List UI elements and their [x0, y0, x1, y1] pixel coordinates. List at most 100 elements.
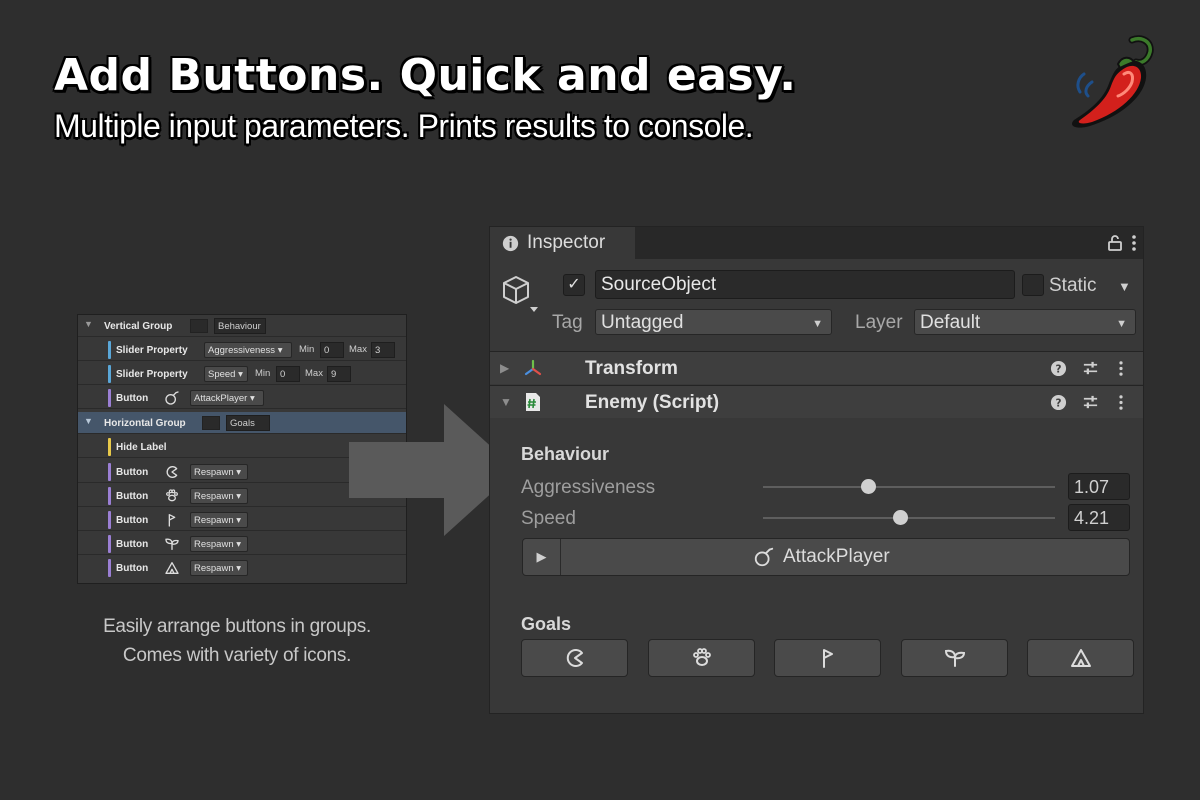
pacman-icon — [566, 649, 583, 667]
dropdown-value: Respawn — [194, 467, 234, 478]
list-item-vertical-group[interactable]: ▼ Vertical Group Behaviour — [78, 315, 406, 337]
method-dropdown[interactable]: Respawn ▾ — [190, 560, 248, 576]
max-field[interactable]: 3 — [371, 342, 395, 358]
list-item-button[interactable]: Button Respawn ▾ — [78, 533, 406, 555]
expand-triangle-icon[interactable]: ▶ — [500, 361, 509, 375]
play-icon[interactable]: ▶ — [523, 539, 561, 575]
list-item-slider-property[interactable]: Slider Property Speed ▾ Min 0 Max 9 — [78, 363, 406, 385]
preset-sliders-icon[interactable] — [1082, 394, 1099, 411]
chevron-down-icon: ▼ — [1116, 318, 1127, 330]
slider-track-aggressiveness[interactable] — [763, 486, 1055, 488]
caption-line-2: Comes with variety of icons. — [122, 645, 352, 666]
transform-axes-icon — [524, 359, 542, 376]
row-color-bar — [108, 365, 111, 383]
min-field[interactable]: 0 — [276, 366, 300, 382]
slider-value-speed[interactable]: 4.21 — [1068, 504, 1130, 531]
goal-button-sprout[interactable] — [901, 639, 1008, 677]
tent-icon — [165, 562, 179, 574]
sprout-icon — [944, 649, 965, 667]
dropdown-value: Respawn — [194, 539, 234, 550]
component-header-enemy-script[interactable]: ▼ Enemy (Script) ? — [490, 385, 1143, 418]
row-label: Hide Label — [116, 442, 167, 453]
paw-icon — [692, 648, 711, 666]
script-icon — [526, 393, 540, 411]
list-item-button[interactable]: Button Respawn ▾ — [78, 557, 406, 579]
static-dropdown-icon[interactable]: ▼ — [1118, 279, 1131, 294]
preset-sliders-icon[interactable] — [1082, 360, 1099, 377]
method-dropdown[interactable]: AttackPlayer ▾ — [190, 390, 264, 406]
slider-track-speed[interactable] — [763, 517, 1055, 519]
tag-value: Untagged — [601, 312, 684, 333]
tab-inspector[interactable]: Inspector — [490, 227, 635, 259]
inspector-window: Inspector ✓ SourceObject Static ▼ Tag Un… — [489, 226, 1144, 714]
sprout-icon — [165, 538, 179, 550]
dropdown-value: Respawn — [194, 491, 234, 502]
method-dropdown[interactable]: Respawn ▾ — [190, 464, 248, 480]
inspector-tab-bar: Inspector — [490, 227, 1143, 259]
slider-value-aggressiveness[interactable]: 1.07 — [1068, 473, 1130, 500]
row-label: Horizontal Group — [104, 418, 186, 429]
tent-icon — [1070, 649, 1091, 667]
method-dropdown[interactable]: Respawn ▾ — [190, 512, 248, 528]
max-field[interactable]: 9 — [327, 366, 351, 382]
attack-player-label: AttackPlayer — [783, 546, 890, 567]
slider-thumb-aggressiveness[interactable] — [860, 479, 876, 494]
min-field[interactable]: 0 — [320, 342, 344, 358]
component-header-transform[interactable]: ▶ Transform ? — [490, 351, 1143, 384]
tab-label: Inspector — [527, 232, 606, 253]
dropdown-value: Respawn — [194, 563, 234, 574]
help-icon[interactable]: ? — [1050, 394, 1067, 411]
kebab-menu-icon[interactable] — [1117, 360, 1125, 377]
color-swatch[interactable] — [190, 319, 208, 333]
chili-pepper-icon — [1071, 35, 1154, 128]
method-dropdown[interactable]: Respawn ▾ — [190, 488, 248, 504]
fold-triangle-icon[interactable]: ▼ — [84, 319, 93, 329]
layer-dropdown[interactable]: Default ▼ — [914, 309, 1136, 335]
group-name-field[interactable]: Behaviour — [214, 318, 266, 334]
cube-icon[interactable] — [500, 271, 544, 315]
lock-icon[interactable] — [1106, 233, 1124, 253]
object-name-field[interactable]: SourceObject — [595, 270, 1015, 299]
method-dropdown[interactable]: Respawn ▾ — [190, 536, 248, 552]
row-label: Button — [116, 563, 149, 574]
max-label: Max — [305, 368, 323, 379]
help-icon[interactable]: ? — [1050, 360, 1067, 377]
min-label: Min — [299, 344, 315, 355]
svg-text:?: ? — [1055, 363, 1061, 375]
row-label: Vertical Group — [104, 321, 173, 332]
attack-player-button[interactable]: ▶ AttackPlayer — [522, 538, 1130, 576]
hero-title: Add Buttons. Quick and easy. — [54, 50, 797, 101]
row-label: Slider Property — [116, 345, 188, 356]
kebab-menu-icon[interactable] — [1117, 394, 1125, 411]
dropdown-value: Speed — [208, 369, 236, 380]
min-label: Min — [255, 368, 271, 379]
group-name-field[interactable]: Goals — [226, 415, 270, 431]
caption-line-1: Easily arrange buttons in groups. — [103, 616, 371, 637]
kebab-menu-icon[interactable] — [1130, 233, 1138, 253]
paw-icon — [166, 489, 178, 502]
active-checkbox[interactable]: ✓ — [563, 274, 585, 296]
row-label: Button — [116, 491, 149, 502]
hero-subtitle: Multiple input parameters. Prints result… — [54, 108, 754, 144]
static-checkbox[interactable] — [1022, 274, 1044, 296]
slider-thumb-speed[interactable] — [892, 510, 908, 525]
color-swatch[interactable] — [202, 416, 220, 430]
goal-button-paw[interactable] — [648, 639, 755, 677]
row-label: Slider Property — [116, 369, 188, 380]
property-dropdown[interactable]: Speed ▾ — [204, 366, 248, 382]
row-color-bar — [108, 389, 111, 407]
slider-label-aggressiveness: Aggressiveness — [521, 477, 656, 498]
chevron-down-icon: ▼ — [812, 318, 823, 330]
row-label: Button — [116, 515, 149, 526]
goal-button-tent[interactable] — [1027, 639, 1134, 677]
list-item-slider-property[interactable]: Slider Property Aggressiveness ▾ Min 0 M… — [78, 339, 406, 361]
property-dropdown[interactable]: Aggressiveness ▾ — [204, 342, 292, 358]
row-color-bar — [108, 463, 111, 481]
collapse-triangle-icon[interactable]: ▼ — [500, 395, 512, 409]
goal-button-flag[interactable] — [774, 639, 881, 677]
tag-dropdown[interactable]: Untagged ▼ — [595, 309, 832, 335]
row-label: Button — [116, 467, 149, 478]
goal-button-pacman[interactable] — [521, 639, 628, 677]
flag-icon — [822, 649, 833, 668]
fold-triangle-icon[interactable]: ▼ — [84, 416, 93, 426]
